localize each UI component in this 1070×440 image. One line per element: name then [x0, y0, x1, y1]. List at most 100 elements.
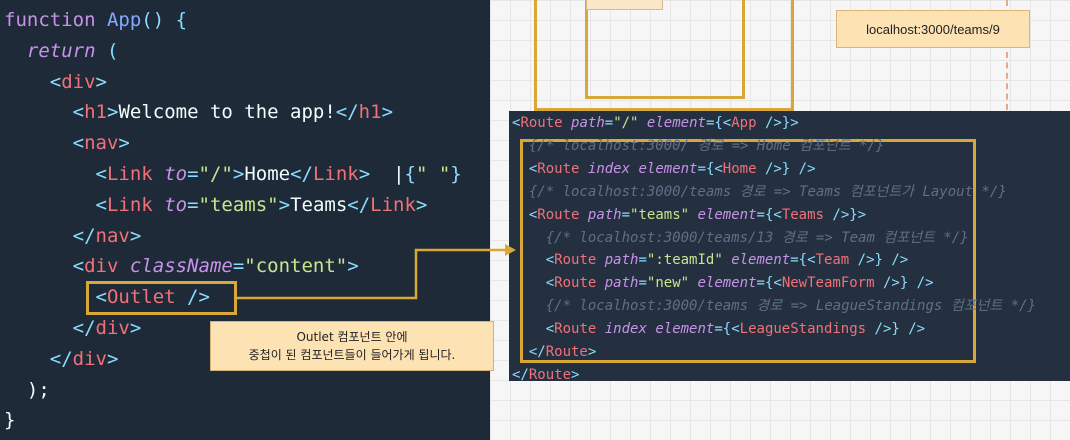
code-token: <: [72, 101, 85, 124]
code-token: {<: [764, 275, 782, 292]
code-token: <: [95, 286, 107, 309]
code-token: Route: [554, 275, 597, 292]
code-token: return: [26, 39, 96, 62]
code-token: />} />: [849, 252, 909, 269]
code-token: {/* localhost:3000/teams 경로 => Teams 컴포넌…: [528, 183, 1007, 200]
route-code-line: </Route>: [512, 364, 579, 386]
code-token: >: [106, 101, 119, 124]
code-token: ":teamId": [646, 252, 723, 269]
code-line: <div className="content">: [4, 252, 359, 280]
code-token: =: [604, 115, 614, 131]
code-token: />}>: [823, 206, 867, 223]
code-token: >: [347, 255, 359, 278]
code-token: path: [587, 206, 622, 223]
code-token: =: [697, 160, 706, 177]
route-code-line: <Route path=":teamId" element={<Team />}…: [512, 249, 909, 271]
code-token: =: [756, 206, 765, 223]
code-token: </: [335, 101, 359, 124]
code-token: <: [545, 321, 555, 338]
code-line: </div>: [4, 345, 119, 373]
code-token: h1: [358, 101, 382, 124]
route-code-line: <Route path="new" element={<NewTeamForm …: [512, 272, 934, 294]
code-token: =: [638, 252, 647, 269]
code-token: NewTeamForm: [781, 275, 875, 292]
code-token: {<: [764, 206, 782, 223]
code-token: </: [290, 163, 313, 185]
code-line: </nav>: [4, 222, 142, 250]
code-token: >: [587, 344, 597, 360]
code-token: >: [232, 163, 245, 185]
code-token: div: [84, 255, 119, 278]
code-token: />: [175, 286, 210, 309]
code-token: Link: [312, 163, 359, 185]
outlet-note: Outlet 컴포넌트 안에 중첩이 된 컴포넌트들이 들어가게 됩니다.: [210, 321, 494, 371]
outlet-note-line2: 중첩이 된 컴포넌트들이 들어가게 됩니다.: [248, 348, 456, 362]
code-token: {<: [722, 321, 740, 338]
code-token: " ": [415, 163, 451, 185]
code-token: element: [731, 252, 791, 269]
code-token: }: [450, 163, 462, 185]
code-token: />}>: [756, 115, 799, 131]
outlet-note-line1: Outlet 컴포넌트 안에: [296, 330, 408, 344]
code-token: <: [72, 132, 85, 155]
code-token: {/* localhost:3000/ 경로 => Home 컴포넌트 */}: [528, 137, 885, 154]
code-token: </: [72, 224, 96, 247]
route-code-line: <Route index element={<Home />} />: [512, 158, 816, 180]
code-line: );: [4, 376, 50, 404]
code-token: Route: [528, 366, 572, 383]
code-token: Route: [545, 344, 588, 360]
code-token: function: [4, 9, 107, 31]
code-token: h1: [84, 101, 107, 124]
code-line: }: [4, 406, 15, 434]
code-token: "content": [244, 255, 348, 278]
code-token: "teams": [198, 193, 279, 216]
route-code-line: </Route>: [512, 341, 596, 363]
code-token: App: [106, 9, 142, 31]
code-token: =: [232, 255, 245, 278]
code-token: >: [95, 70, 107, 93]
route-code-line: {/* localhost:3000/teams 경로 => LeagueSta…: [512, 295, 1036, 317]
code-token: Link: [106, 163, 153, 185]
code-line: <div>: [4, 68, 107, 96]
code-token: {<: [798, 252, 816, 269]
code-token: element: [697, 275, 757, 292]
code-token: </: [49, 347, 73, 370]
code-token: Home: [244, 163, 291, 185]
code-token: () {: [141, 9, 188, 31]
code-token: div: [72, 347, 107, 370]
route-code-line: {/* localhost:3000/ 경로 => Home 컴포넌트 */}: [512, 135, 884, 157]
code-token: index: [604, 321, 647, 338]
code-token: =: [187, 163, 199, 185]
code-token: Route: [554, 321, 597, 338]
code-token: =: [638, 275, 647, 292]
code-token: =: [714, 321, 723, 338]
code-token: >: [358, 163, 371, 185]
code-token: className: [129, 255, 233, 278]
code-token: path: [604, 252, 639, 269]
code-line: <Link to="teams">Teams</Link>: [4, 191, 428, 219]
code-token: App: [731, 115, 757, 131]
code-token: <: [49, 70, 62, 93]
code-token: LeagueStandings: [739, 321, 867, 338]
code-token: <: [95, 163, 107, 185]
code-token: Link: [106, 193, 153, 216]
code-token: Route: [537, 160, 580, 177]
code-token: >: [106, 347, 119, 370]
